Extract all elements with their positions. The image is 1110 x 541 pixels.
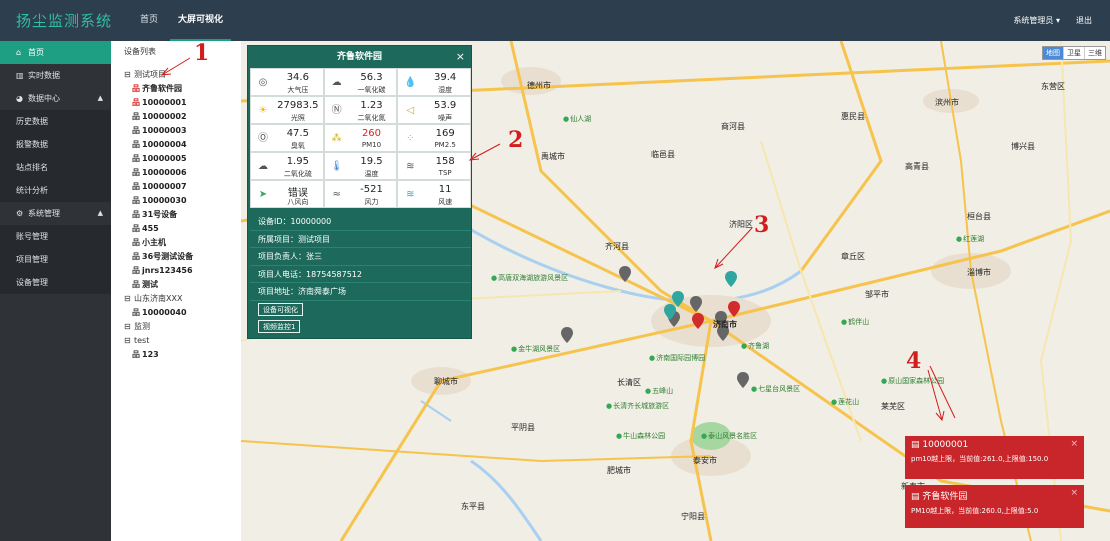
annotation-marker: 2 xyxy=(508,127,524,153)
annotation-arrows xyxy=(160,57,956,422)
page: 扬尘监测系统 首页 大屏可视化 系统管理员 ▾ 退出 ⌂ 首页 ▥ 实时数据 ◕ 数据… xyxy=(0,0,1110,541)
annotation-marker: 4 xyxy=(906,348,922,374)
annotation-marker: 3 xyxy=(754,212,770,238)
annotation-marker: 1 xyxy=(194,40,210,66)
